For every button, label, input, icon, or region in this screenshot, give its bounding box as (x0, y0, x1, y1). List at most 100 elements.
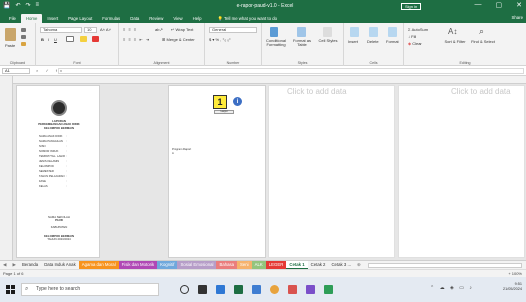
task-view-icon[interactable] (180, 285, 189, 294)
sheet-tab-beranda[interactable]: Beranda (19, 261, 41, 269)
sheet-tab-kognitif[interactable]: Kognitif (157, 261, 178, 269)
font-family-select[interactable]: Tahoma (40, 27, 82, 33)
navigation-number-box[interactable]: 1 (213, 95, 227, 109)
bold-button[interactable]: B (41, 37, 44, 42)
redo-icon[interactable]: ↷ (26, 2, 31, 9)
undo-icon[interactable]: ↶ (15, 2, 20, 9)
format-as-table-icon[interactable] (297, 27, 306, 37)
minimize-button[interactable]: — (475, 1, 482, 9)
sheet-tab-data-induk-anak[interactable]: Data Induk Anak (41, 261, 79, 269)
tab-file[interactable]: File (4, 14, 21, 23)
sign-in-button[interactable]: Sign in (401, 3, 422, 10)
tab-home[interactable]: Home (20, 14, 43, 23)
font-size-select[interactable]: 10 (84, 27, 97, 33)
taskbar-search-box[interactable]: Type here to search (21, 283, 159, 296)
close-button[interactable]: ✕ (516, 1, 522, 9)
fill-color-icon[interactable] (80, 36, 87, 42)
info-circle-icon[interactable]: i (232, 96, 243, 107)
widgets-icon[interactable] (198, 285, 207, 294)
system-tray-icons[interactable]: ⌃ ☁ ◈ ▭ ♪ (430, 285, 474, 291)
sheet-tab-cetak-2[interactable]: Cetak 2 (308, 261, 329, 269)
sheet-tab-fisik-dan-motorik[interactable]: Fisik dan Motorik (118, 261, 158, 269)
tab-data[interactable]: Data (125, 14, 144, 23)
clock[interactable]: 9:51 21/05/2024 (503, 282, 522, 292)
save-icon[interactable]: 💾 (3, 2, 10, 9)
cell-styles-icon[interactable] (323, 27, 332, 37)
app-taskbar-icon[interactable] (288, 285, 297, 294)
click-to-add-data-2[interactable]: Click to add data (451, 87, 511, 96)
customize-icon[interactable]: ≡ (36, 2, 40, 9)
sheet-tab-alk[interactable]: ALK (251, 261, 266, 269)
formula-input[interactable] (58, 68, 524, 74)
name-box[interactable]: A1 (2, 68, 30, 74)
maximize-button[interactable]: ▢ (496, 1, 503, 9)
sheet-tab-agama-dan-moral[interactable]: Agama dan Moral (78, 261, 119, 269)
format-cells-icon[interactable] (388, 27, 397, 37)
underline-button[interactable]: U (54, 37, 57, 42)
autosum-button[interactable]: Σ AutoSum (408, 27, 428, 32)
prev-sheet-icon[interactable]: ◀ (0, 262, 9, 268)
horizontal-align-icons[interactable]: ≡ ≡ ≡ ⇤ ⇥ (123, 37, 150, 42)
conditional-formatting-icon[interactable] (270, 27, 278, 37)
add-sheet-icon[interactable]: ⊕ (354, 262, 364, 268)
next-sheet-icon[interactable]: ▶ (9, 262, 18, 268)
continue-button[interactable]: Lanjut (214, 110, 234, 114)
format-painter-icon[interactable] (21, 42, 26, 46)
chrome-taskbar-icon[interactable] (270, 285, 279, 294)
tab-review[interactable]: Review (144, 14, 168, 23)
insert-cells-icon[interactable] (350, 27, 359, 37)
excel-taskbar-icon[interactable] (234, 285, 243, 294)
insert-cells-label[interactable]: Insert (348, 39, 358, 44)
cut-icon[interactable] (21, 28, 26, 32)
cell-styles-label[interactable]: Cell Styles (318, 39, 338, 43)
sort-filter-label[interactable]: Sort & Filter (442, 40, 468, 44)
zoom-level[interactable]: + 100% (508, 271, 522, 276)
copy-icon[interactable] (21, 35, 26, 39)
grow-shrink-icon[interactable]: A˄ A˅ (100, 27, 111, 32)
italic-button[interactable]: I (48, 37, 49, 42)
tell-me-search[interactable]: 💡 Tell me what you want to do (212, 14, 282, 23)
sheet-tab-seni[interactable]: Seni (237, 261, 252, 269)
tab-help[interactable]: Help (188, 14, 207, 23)
sheet-tab-cetak-1[interactable]: Cetak 1 (286, 261, 308, 269)
empty-page-3[interactable]: Click to add data (268, 85, 395, 258)
sheet-tab-leger[interactable]: LEGER (265, 261, 287, 269)
report-page-1[interactable]: LAPORAN PERKEMBANGAN ANAK DIDIK KELOMPOK… (16, 85, 100, 258)
tab-view[interactable]: View (168, 14, 187, 23)
share-button[interactable]: Share (512, 15, 523, 20)
edge-icon[interactable] (216, 285, 225, 294)
sheet-tab-sosial-emosional[interactable]: Sosial Emosional (177, 261, 217, 269)
sheet-tab-bahasa[interactable]: Bahasa (216, 261, 238, 269)
paste-icon[interactable] (5, 28, 16, 41)
number-format-icons[interactable]: $ ▾ % , ⁺₀ ₀⁺ (209, 37, 231, 42)
horizontal-scrollbar[interactable] (367, 262, 522, 268)
tab-insert[interactable]: Insert (42, 14, 63, 23)
windows-start-icon[interactable] (6, 285, 15, 294)
borders-icon[interactable] (66, 36, 74, 42)
conditional-formatting-label[interactable]: Conditional Formatting (264, 39, 288, 47)
delete-cells-icon[interactable] (369, 27, 378, 37)
empty-page-4[interactable]: Click to add data (398, 85, 525, 258)
number-format-select[interactable]: General (209, 27, 257, 33)
orientation-icon[interactable]: ab↗ (155, 27, 163, 32)
app2-taskbar-icon[interactable] (306, 285, 315, 294)
worksheet-area[interactable]: LAPORAN PERKEMBANGAN ANAK DIDIK KELOMPOK… (0, 76, 526, 260)
font-color-icon[interactable] (92, 36, 99, 42)
sheet-tab-cetak-3[interactable]: Cetak 3 ... (328, 261, 354, 269)
app3-taskbar-icon[interactable] (324, 285, 333, 294)
wrap-text-button[interactable]: ↵ Wrap Text (171, 27, 193, 32)
click-to-add-data-1[interactable]: Click to add data (287, 87, 347, 96)
sort-filter-icon[interactable]: A↕ (448, 27, 457, 36)
fill-button[interactable]: ↓ Fill (408, 34, 416, 39)
tab-page-layout[interactable]: Page Layout (63, 14, 97, 23)
format-cells-label[interactable]: Format (386, 39, 399, 44)
find-select-label[interactable]: Find & Select (470, 40, 496, 44)
tab-formulas[interactable]: Formulas (97, 14, 125, 23)
vertical-align-icons[interactable]: ≡ ≡ ≡ (123, 27, 137, 32)
clear-button[interactable]: ◆ Clear (408, 41, 422, 46)
word-taskbar-icon[interactable] (252, 285, 261, 294)
merge-center-button[interactable]: ⊞ Merge & Center (162, 37, 195, 42)
format-as-table-label[interactable]: Format as Table (290, 39, 314, 47)
report-page-2[interactable]: 1 i Lanjut Program Raport A (168, 85, 266, 258)
find-select-icon[interactable]: ⌕ (479, 26, 484, 37)
